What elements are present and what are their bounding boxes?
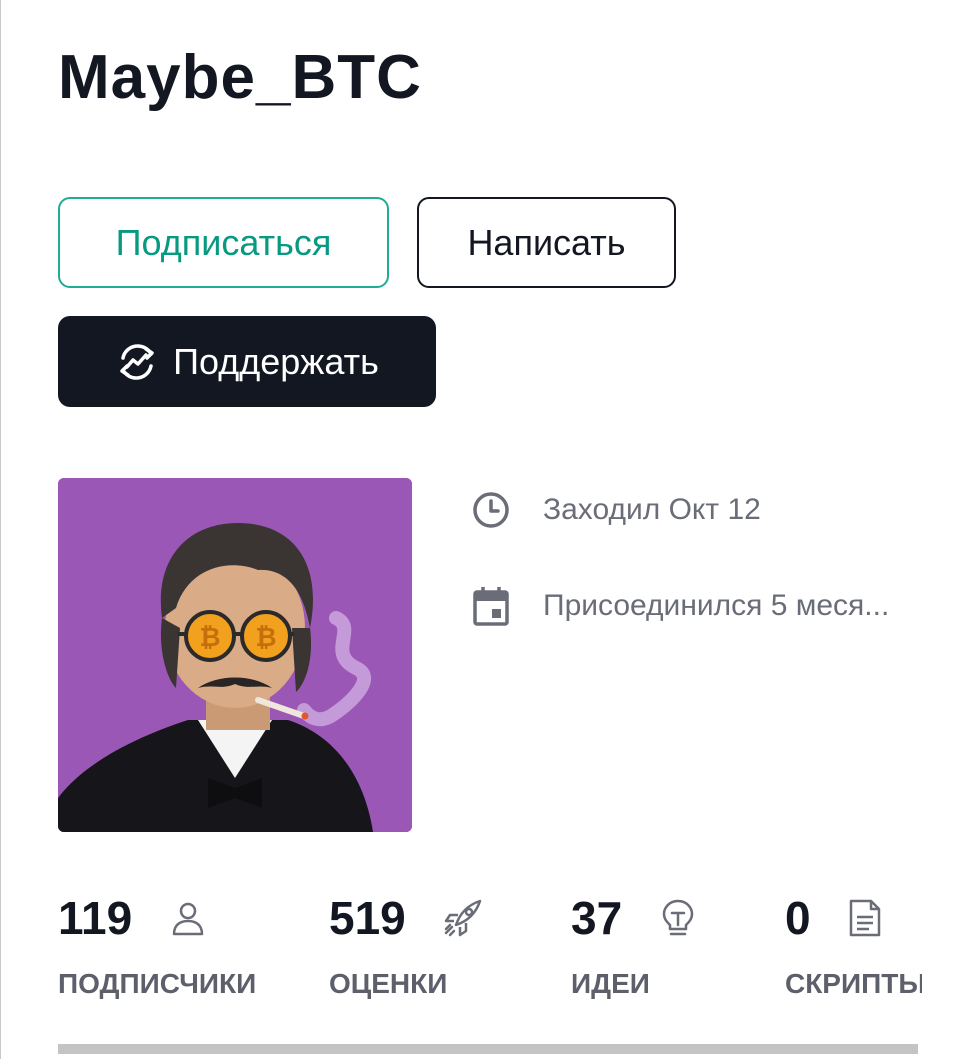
svg-text:₿: ₿ [199,622,220,652]
stat-ideas[interactable]: 37 ИДЕИ [571,890,698,1000]
person-icon [168,898,208,938]
stat-ideas-value: 37 [571,892,623,944]
profile-page: Maybe_BTC Подписаться Написать Поддержат… [0,0,978,1059]
joined-text: Присоединился 5 меся... [543,589,890,622]
last-seen-row: Заходил Окт 12 [471,488,761,532]
stat-ratings-value: 519 [329,892,406,944]
avatar[interactable]: ₿ ₿ [58,478,412,832]
profile-username: Maybe_BTC [58,43,422,112]
stat-scripts-value: 0 [785,892,811,944]
rocket-icon [442,897,484,939]
last-seen-text: Заходил Окт 12 [543,493,761,526]
script-icon [847,897,883,939]
support-icon [115,340,159,384]
calendar-icon [471,584,511,628]
lightbulb-icon [658,897,698,939]
profile-stats: 119 ПОДПИСЧИКИ 519 ОЦЕНКИ 37 ИДЕИ 0 СКРИ… [58,890,922,1010]
stat-scripts-label: СКРИПТЫ [785,968,922,999]
stat-followers-value: 119 [58,892,133,944]
support-label: Поддержать [173,340,379,382]
message-button[interactable]: Написать [417,197,676,288]
joined-row: Присоединился 5 меся... [471,584,889,628]
svg-text:₿: ₿ [255,622,276,652]
support-button[interactable]: Поддержать [58,316,436,407]
clock-icon [471,488,511,532]
stat-followers[interactable]: 119 ПОДПИСЧИКИ [58,890,256,1000]
stat-scripts[interactable]: 0 СКРИПТЫ [785,890,922,1000]
section-divider [58,1044,918,1054]
follow-button[interactable]: Подписаться [58,197,389,288]
stat-ratings[interactable]: 519 ОЦЕНКИ [329,890,484,1000]
stat-ideas-label: ИДЕИ [571,968,650,999]
stat-ratings-label: ОЦЕНКИ [329,968,448,999]
stat-followers-label: ПОДПИСЧИКИ [58,968,257,999]
